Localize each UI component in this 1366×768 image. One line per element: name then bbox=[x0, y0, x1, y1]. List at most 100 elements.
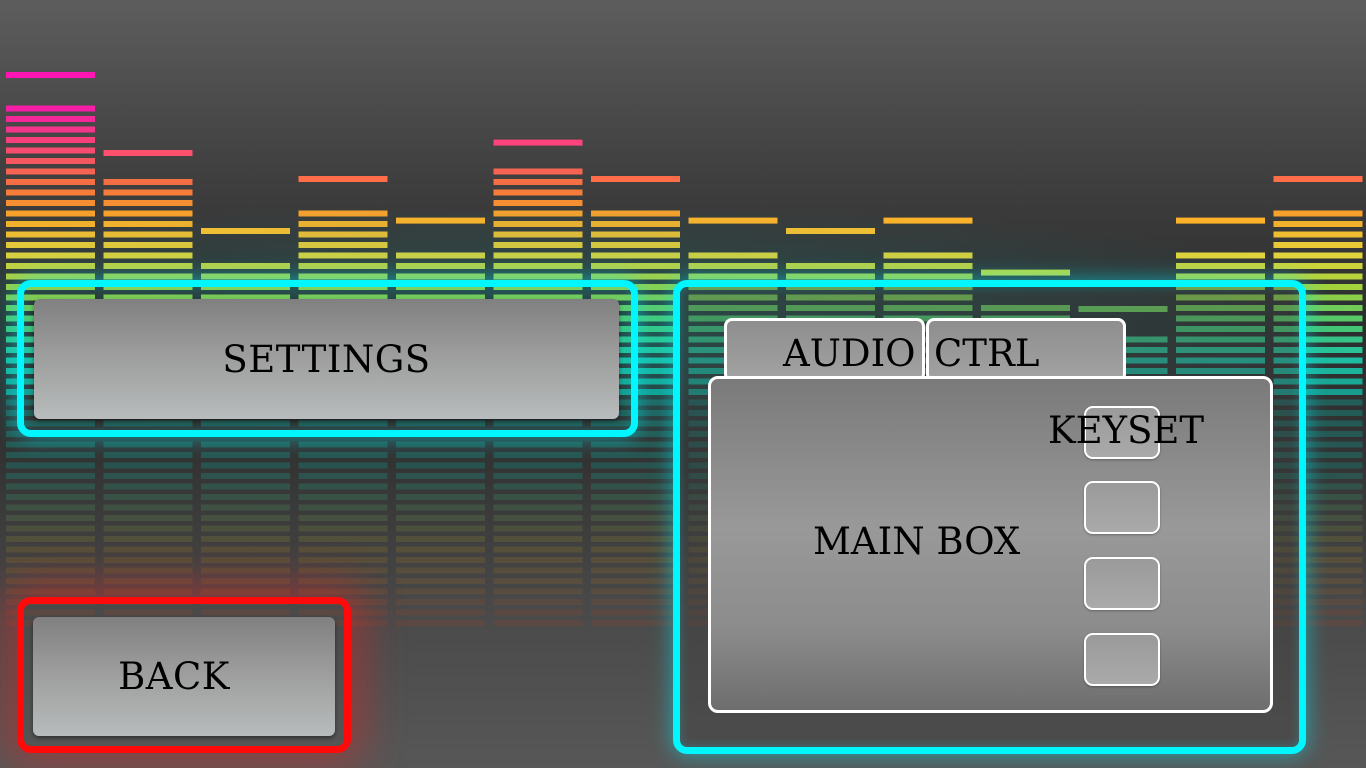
equalizer-segment bbox=[298, 588, 388, 595]
equalizer-segment bbox=[591, 557, 680, 563]
equalizer-segment bbox=[298, 557, 388, 563]
equalizer-segment bbox=[493, 242, 583, 248]
equalizer-segment bbox=[201, 452, 290, 458]
equalizer-segment bbox=[493, 179, 583, 185]
equalizer-segment bbox=[493, 578, 583, 584]
equalizer-segment bbox=[493, 494, 583, 500]
settings-button-label: SETTINGS bbox=[222, 337, 431, 381]
equalizer-segment bbox=[591, 609, 680, 616]
equalizer-segment bbox=[493, 483, 583, 490]
equalizer-segment bbox=[6, 137, 95, 143]
equalizer-segment bbox=[6, 452, 95, 458]
equalizer-segment bbox=[201, 557, 290, 563]
equalizer-segment bbox=[591, 242, 680, 248]
equalizer-segment bbox=[1273, 273, 1363, 280]
equalizer-segment bbox=[6, 462, 95, 469]
equalizer-segment bbox=[493, 441, 583, 448]
equalizer-segment bbox=[493, 588, 583, 595]
equalizer-segment bbox=[6, 536, 95, 542]
equalizer-segment bbox=[493, 452, 583, 458]
equalizer-segment bbox=[1273, 231, 1363, 238]
equalizer-segment bbox=[396, 609, 485, 616]
equalizer-segment bbox=[6, 578, 95, 584]
equalizer-segment bbox=[103, 441, 193, 448]
keyset-button-3[interactable] bbox=[1084, 557, 1160, 610]
equalizer-segment bbox=[493, 609, 583, 616]
equalizer-segment bbox=[103, 252, 193, 259]
equalizer-segment bbox=[298, 473, 388, 479]
equalizer-segment bbox=[6, 189, 95, 196]
equalizer-segment bbox=[396, 473, 485, 479]
keyset-button-4[interactable] bbox=[1084, 633, 1160, 686]
equalizer-segment bbox=[6, 473, 95, 479]
equalizer-segment bbox=[591, 546, 680, 553]
equalizer-segment bbox=[396, 483, 485, 490]
equalizer-segment bbox=[396, 494, 485, 500]
equalizer-segment bbox=[103, 578, 193, 584]
equalizer-peak bbox=[201, 228, 290, 234]
equalizer-segment bbox=[103, 452, 193, 458]
equalizer-segment bbox=[493, 273, 583, 280]
equalizer-segment bbox=[591, 567, 680, 574]
equalizer-segment bbox=[298, 221, 388, 227]
equalizer-segment bbox=[493, 525, 583, 532]
settings-button[interactable]: SETTINGS bbox=[34, 299, 619, 419]
equalizer-peak bbox=[298, 176, 388, 182]
equalizer-segment bbox=[103, 231, 193, 238]
equalizer-segment bbox=[103, 473, 193, 479]
equalizer-segment bbox=[6, 494, 95, 500]
equalizer-segment bbox=[493, 536, 583, 542]
equalizer-segment bbox=[591, 588, 680, 595]
equalizer-segment bbox=[298, 273, 388, 280]
equalizer-segment bbox=[103, 546, 193, 553]
tab-audio-label: AUDIO bbox=[783, 332, 916, 375]
equalizer-segment bbox=[591, 252, 680, 259]
equalizer-segment bbox=[688, 263, 778, 269]
equalizer-segment bbox=[883, 273, 973, 280]
equalizer-segment bbox=[493, 599, 583, 605]
equalizer-segment bbox=[103, 179, 193, 185]
equalizer-segment bbox=[6, 504, 95, 511]
equalizer-segment bbox=[298, 462, 388, 469]
equalizer-segment bbox=[396, 536, 485, 542]
equalizer-segment bbox=[6, 588, 95, 595]
equalizer-segment bbox=[6, 441, 95, 448]
equalizer-peak bbox=[688, 217, 778, 224]
equalizer-segment bbox=[786, 263, 875, 269]
equalizer-segment bbox=[6, 567, 95, 574]
equalizer-segment bbox=[201, 588, 290, 595]
equalizer-segment bbox=[396, 546, 485, 553]
equalizer-segment bbox=[103, 189, 193, 196]
equalizer-segment bbox=[103, 557, 193, 563]
equalizer-segment bbox=[201, 473, 290, 479]
equalizer-segment bbox=[493, 620, 583, 626]
equalizer-peak bbox=[786, 228, 875, 234]
equalizer-segment bbox=[6, 231, 95, 238]
equalizer-segment bbox=[201, 525, 290, 532]
equalizer-segment bbox=[6, 546, 95, 553]
equalizer-segment bbox=[298, 546, 388, 553]
equalizer-segment bbox=[6, 168, 95, 175]
equalizer-peak bbox=[1176, 217, 1265, 224]
equalizer-segment bbox=[6, 210, 95, 217]
equalizer-segment bbox=[493, 504, 583, 511]
equalizer-segment bbox=[396, 515, 485, 521]
equalizer-segment bbox=[493, 231, 583, 238]
equalizer-segment bbox=[493, 462, 583, 469]
equalizer-segment bbox=[201, 494, 290, 500]
equalizer-segment bbox=[6, 273, 95, 280]
equalizer-segment bbox=[201, 462, 290, 469]
keyset-label: KEYSET bbox=[1048, 409, 1205, 452]
equalizer-segment bbox=[103, 483, 193, 490]
back-button[interactable]: BACK bbox=[33, 617, 335, 736]
tab-ctrl-label: CTRL bbox=[934, 332, 1040, 375]
equalizer-segment bbox=[298, 567, 388, 574]
equalizer-segment bbox=[298, 242, 388, 248]
equalizer-segment bbox=[298, 504, 388, 511]
equalizer-segment bbox=[591, 441, 680, 448]
equalizer-segment bbox=[103, 462, 193, 469]
equalizer-segment bbox=[201, 536, 290, 542]
equalizer-peak bbox=[981, 269, 1070, 276]
keyset-button-2[interactable] bbox=[1084, 481, 1160, 534]
equalizer-segment bbox=[6, 116, 95, 122]
